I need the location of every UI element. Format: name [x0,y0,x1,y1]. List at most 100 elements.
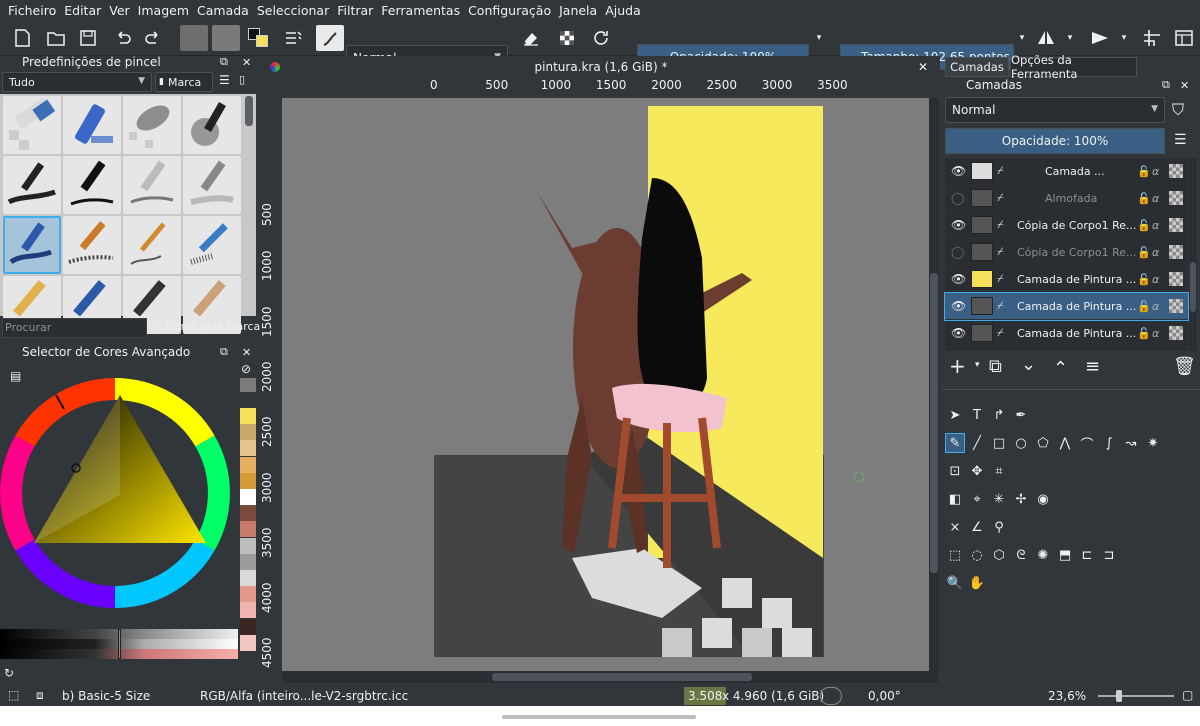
edit-shapes-icon[interactable]: ↱ [989,405,1009,425]
brush-preset-airbrush[interactable] [183,96,241,154]
color-swatch[interactable] [240,570,256,586]
open-folder-icon[interactable] [42,24,70,52]
new-document-icon[interactable] [8,24,36,52]
eye-icon[interactable]: 👁 [951,272,966,286]
close-dock-icon[interactable]: ✕ [242,56,251,69]
inherit-alpha-icon[interactable] [1169,164,1183,178]
brush-preset-pencil-blue[interactable] [183,216,241,274]
float-dock-icon[interactable]: ⧉ [220,55,228,69]
brush-filter-select[interactable]: Tudo ▼ [2,72,152,92]
bezier-tool-icon[interactable]: ⌒ [1077,433,1097,453]
lock-icon[interactable]: 🔓 [1137,273,1151,286]
close-document-icon[interactable]: ✕ [918,60,928,74]
pattern-swatch-icon[interactable] [180,25,208,51]
menu-window[interactable]: Janela [557,3,603,18]
layer-list-scrollbar[interactable] [1189,158,1197,351]
rotation-dial-icon[interactable] [820,687,842,705]
color-swatch[interactable] [240,505,256,522]
eye-closed-icon[interactable]: ◯ [951,245,964,259]
undo-icon[interactable] [110,24,136,52]
menu-image[interactable]: Imagem [136,3,195,18]
menu-view[interactable]: Ver [107,3,135,18]
color-swatch[interactable] [240,586,256,603]
ellipse-select-icon[interactable]: ◌ [967,545,987,565]
crop-tool-icon[interactable]: ⌗ [989,461,1009,481]
tag-button[interactable]: ▮ Marca [155,72,213,92]
brush-preset-blue-marker[interactable] [63,96,121,154]
eye-icon[interactable]: 👁 [951,218,966,232]
color-swatch[interactable] [240,440,256,457]
brush-grid-scrollbar[interactable] [245,96,253,126]
ellipse-tool-icon[interactable]: ○ [1011,433,1031,453]
wrap-around-icon[interactable] [1138,24,1166,52]
redo-icon[interactable] [140,24,166,52]
alpha-lock-icon[interactable]: α [1152,300,1159,313]
color-swatch[interactable] [240,553,256,570]
freehand-path-icon[interactable]: ∫ [1099,433,1119,453]
color-swatch[interactable] [240,472,256,489]
inherit-alpha-icon[interactable] [1169,191,1183,205]
horizontal-scrollbar[interactable] [282,671,938,683]
save-icon[interactable] [74,24,102,52]
preserve-alpha-icon[interactable] [554,24,580,52]
no-color-icon[interactable]: ⊘ [241,362,251,376]
float-dock-icon[interactable]: ⧉ [1162,78,1170,92]
brush-preset-eraser[interactable] [3,96,61,154]
list-view-icon[interactable]: ☰ [219,73,235,91]
shade-selector[interactable] [0,629,238,661]
lock-icon[interactable]: 🔓 [1137,327,1151,340]
magnetic-select-icon[interactable]: ⊐ [1099,545,1119,565]
size-chevron-icon[interactable]: ▾ [1016,24,1028,52]
lock-icon[interactable]: 🔓 [1137,192,1151,205]
move-layer-up-icon[interactable]: ⌃ [1053,358,1068,379]
layer-opacity-slider[interactable]: Opacidade: 100% [945,128,1165,154]
mirror-vertical-icon[interactable] [1086,24,1114,52]
alpha-lock-icon[interactable]: α [1152,327,1159,340]
mirror-v-chevron-icon[interactable]: ▾ [1118,24,1130,52]
color-swatch[interactable] [240,634,256,651]
home-handle[interactable] [502,715,696,719]
assistant-tool-icon[interactable]: ⨯ [945,517,965,537]
mirror-h-chevron-icon[interactable]: ▾ [1064,24,1076,52]
add-layer-chevron-icon[interactable]: ▾ [975,360,980,370]
inherit-alpha-icon[interactable] [1169,299,1183,313]
current-color-swatch[interactable] [240,378,256,392]
brush-preset-bristle[interactable] [63,216,121,274]
inherit-alpha-icon[interactable] [1169,218,1183,232]
select-shapes-icon[interactable]: ➤ [945,405,965,425]
delete-layer-icon[interactable]: 🗑 [1173,356,1196,377]
fullscreen-icon[interactable]: ▢ [1182,688,1193,702]
smart-patch-icon[interactable]: ✢ [1011,489,1031,509]
tab-tool-options[interactable]: Opções da Ferramenta [1010,53,1137,81]
lock-icon[interactable]: 🔓 [1137,246,1151,259]
polyline-tool-icon[interactable]: ⋀ [1055,433,1075,453]
eye-icon[interactable]: 👁 [951,326,966,340]
color-picker-icon[interactable]: ⌖ [967,489,987,509]
freehand-select-icon[interactable]: ᘓ [1011,545,1031,565]
filter-by-tag-checkbox[interactable]: ✓ Filtrar pela Marca [152,320,260,333]
select-all-icon[interactable]: ⧈ [36,688,44,703]
brush-preset-silver-pen[interactable] [123,156,181,214]
menu-filter[interactable]: Filtrar [335,3,379,18]
layer-row[interactable]: 👁 ⌿ Camada de Pintura ... 🔓 α [945,266,1188,293]
float-dock-icon[interactable]: ⧉ [220,345,228,359]
alpha-lock-icon[interactable]: α [1152,192,1159,205]
colorize-mask-icon[interactable]: ✳ [989,489,1009,509]
polygon-select-icon[interactable]: ⬡ [989,545,1009,565]
line-tool-icon[interactable]: ╱ [967,433,987,453]
color-swatch[interactable] [240,537,256,554]
reload-preset-icon[interactable] [588,24,614,52]
mirror-horizontal-icon[interactable] [1032,24,1060,52]
eye-icon[interactable]: 👁 [951,164,966,178]
eye-icon[interactable]: 👁 [951,299,966,313]
rectangle-tool-icon[interactable]: □ [989,433,1009,453]
measure-tool-icon[interactable]: ∠ [967,517,987,537]
document-tab[interactable]: pintura.kra (1,6 GiB) * ✕ [262,56,940,78]
layer-menu-icon[interactable]: ☰ [1174,132,1187,148]
calligraphy-icon[interactable]: ✒ [1011,405,1031,425]
polygon-tool-icon[interactable]: ⬠ [1033,433,1053,453]
color-swatch[interactable] [240,618,256,635]
alpha-lock-icon[interactable]: α [1152,165,1159,178]
move-tool-icon[interactable]: ✥ [967,461,987,481]
layer-blend-mode-select[interactable]: Normal ▼ [945,97,1165,123]
